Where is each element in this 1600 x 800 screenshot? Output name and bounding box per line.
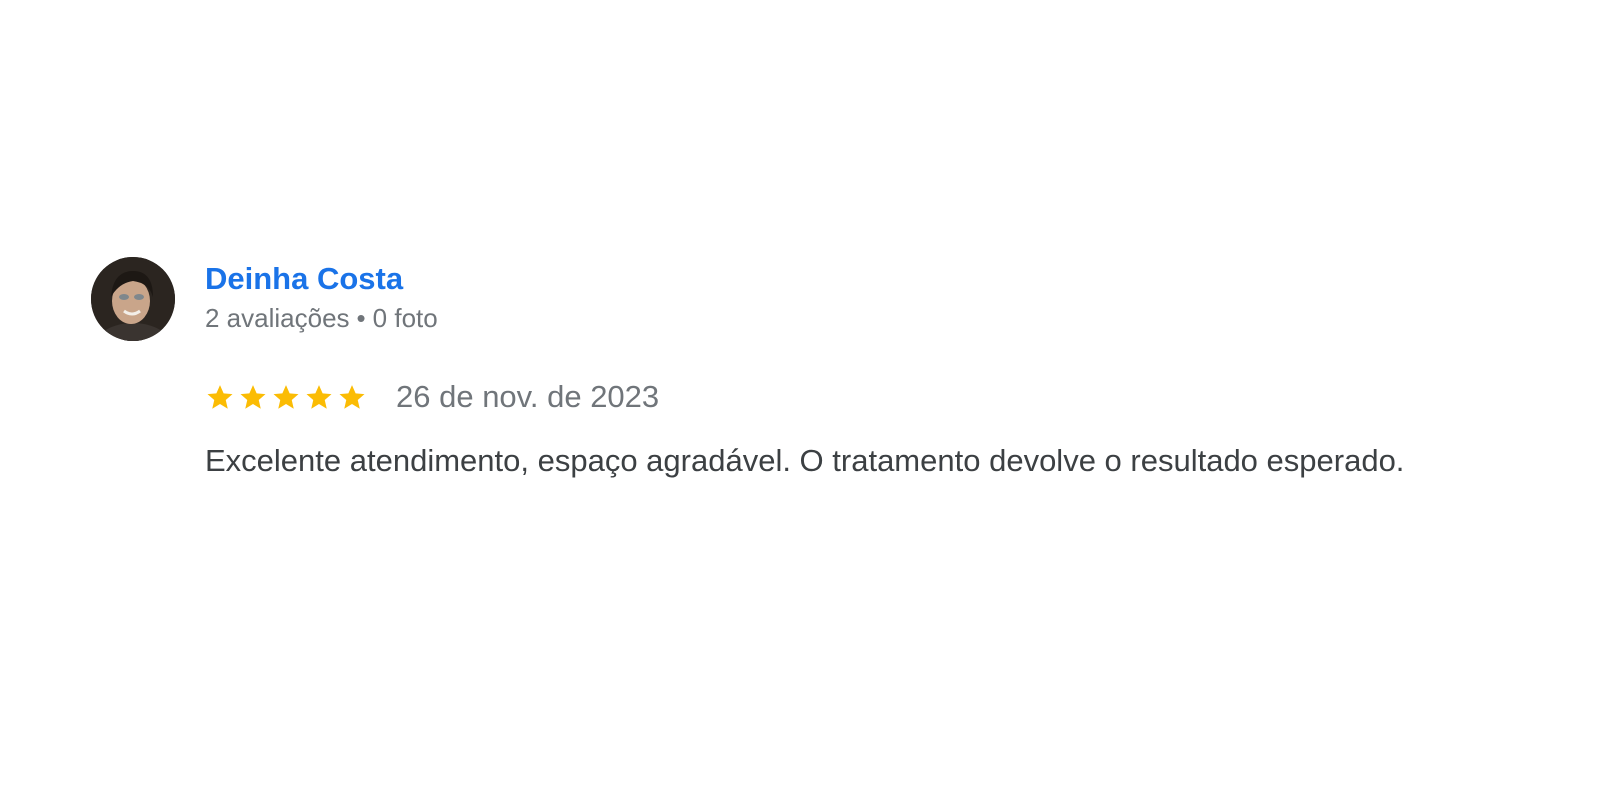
- meta-separator: •: [356, 303, 366, 333]
- reviewer-meta: 2 avaliações • 0 foto: [205, 303, 438, 333]
- photos-count: 0 foto: [372, 303, 438, 333]
- review-text: Excelente atendimento, espaço agradável.…: [205, 443, 1405, 478]
- reviews-count: 2 avaliações: [205, 303, 350, 333]
- rating-row: 26 de nov. de 2023: [205, 379, 659, 415]
- review-date: 26 de nov. de 2023: [396, 379, 660, 414]
- reviewer-info: Deinha Costa 2 avaliações • 0 foto: [205, 261, 438, 333]
- star-icon: [306, 385, 332, 409]
- reviewer-name-link[interactable]: Deinha Costa: [205, 261, 438, 297]
- star-icon: [339, 385, 365, 409]
- avatar[interactable]: [91, 257, 175, 341]
- avatar-photo: [91, 257, 175, 341]
- star-rating: [205, 382, 370, 412]
- star-icon: [240, 385, 266, 409]
- star-icon: [273, 385, 299, 409]
- star-icon: [207, 385, 233, 409]
